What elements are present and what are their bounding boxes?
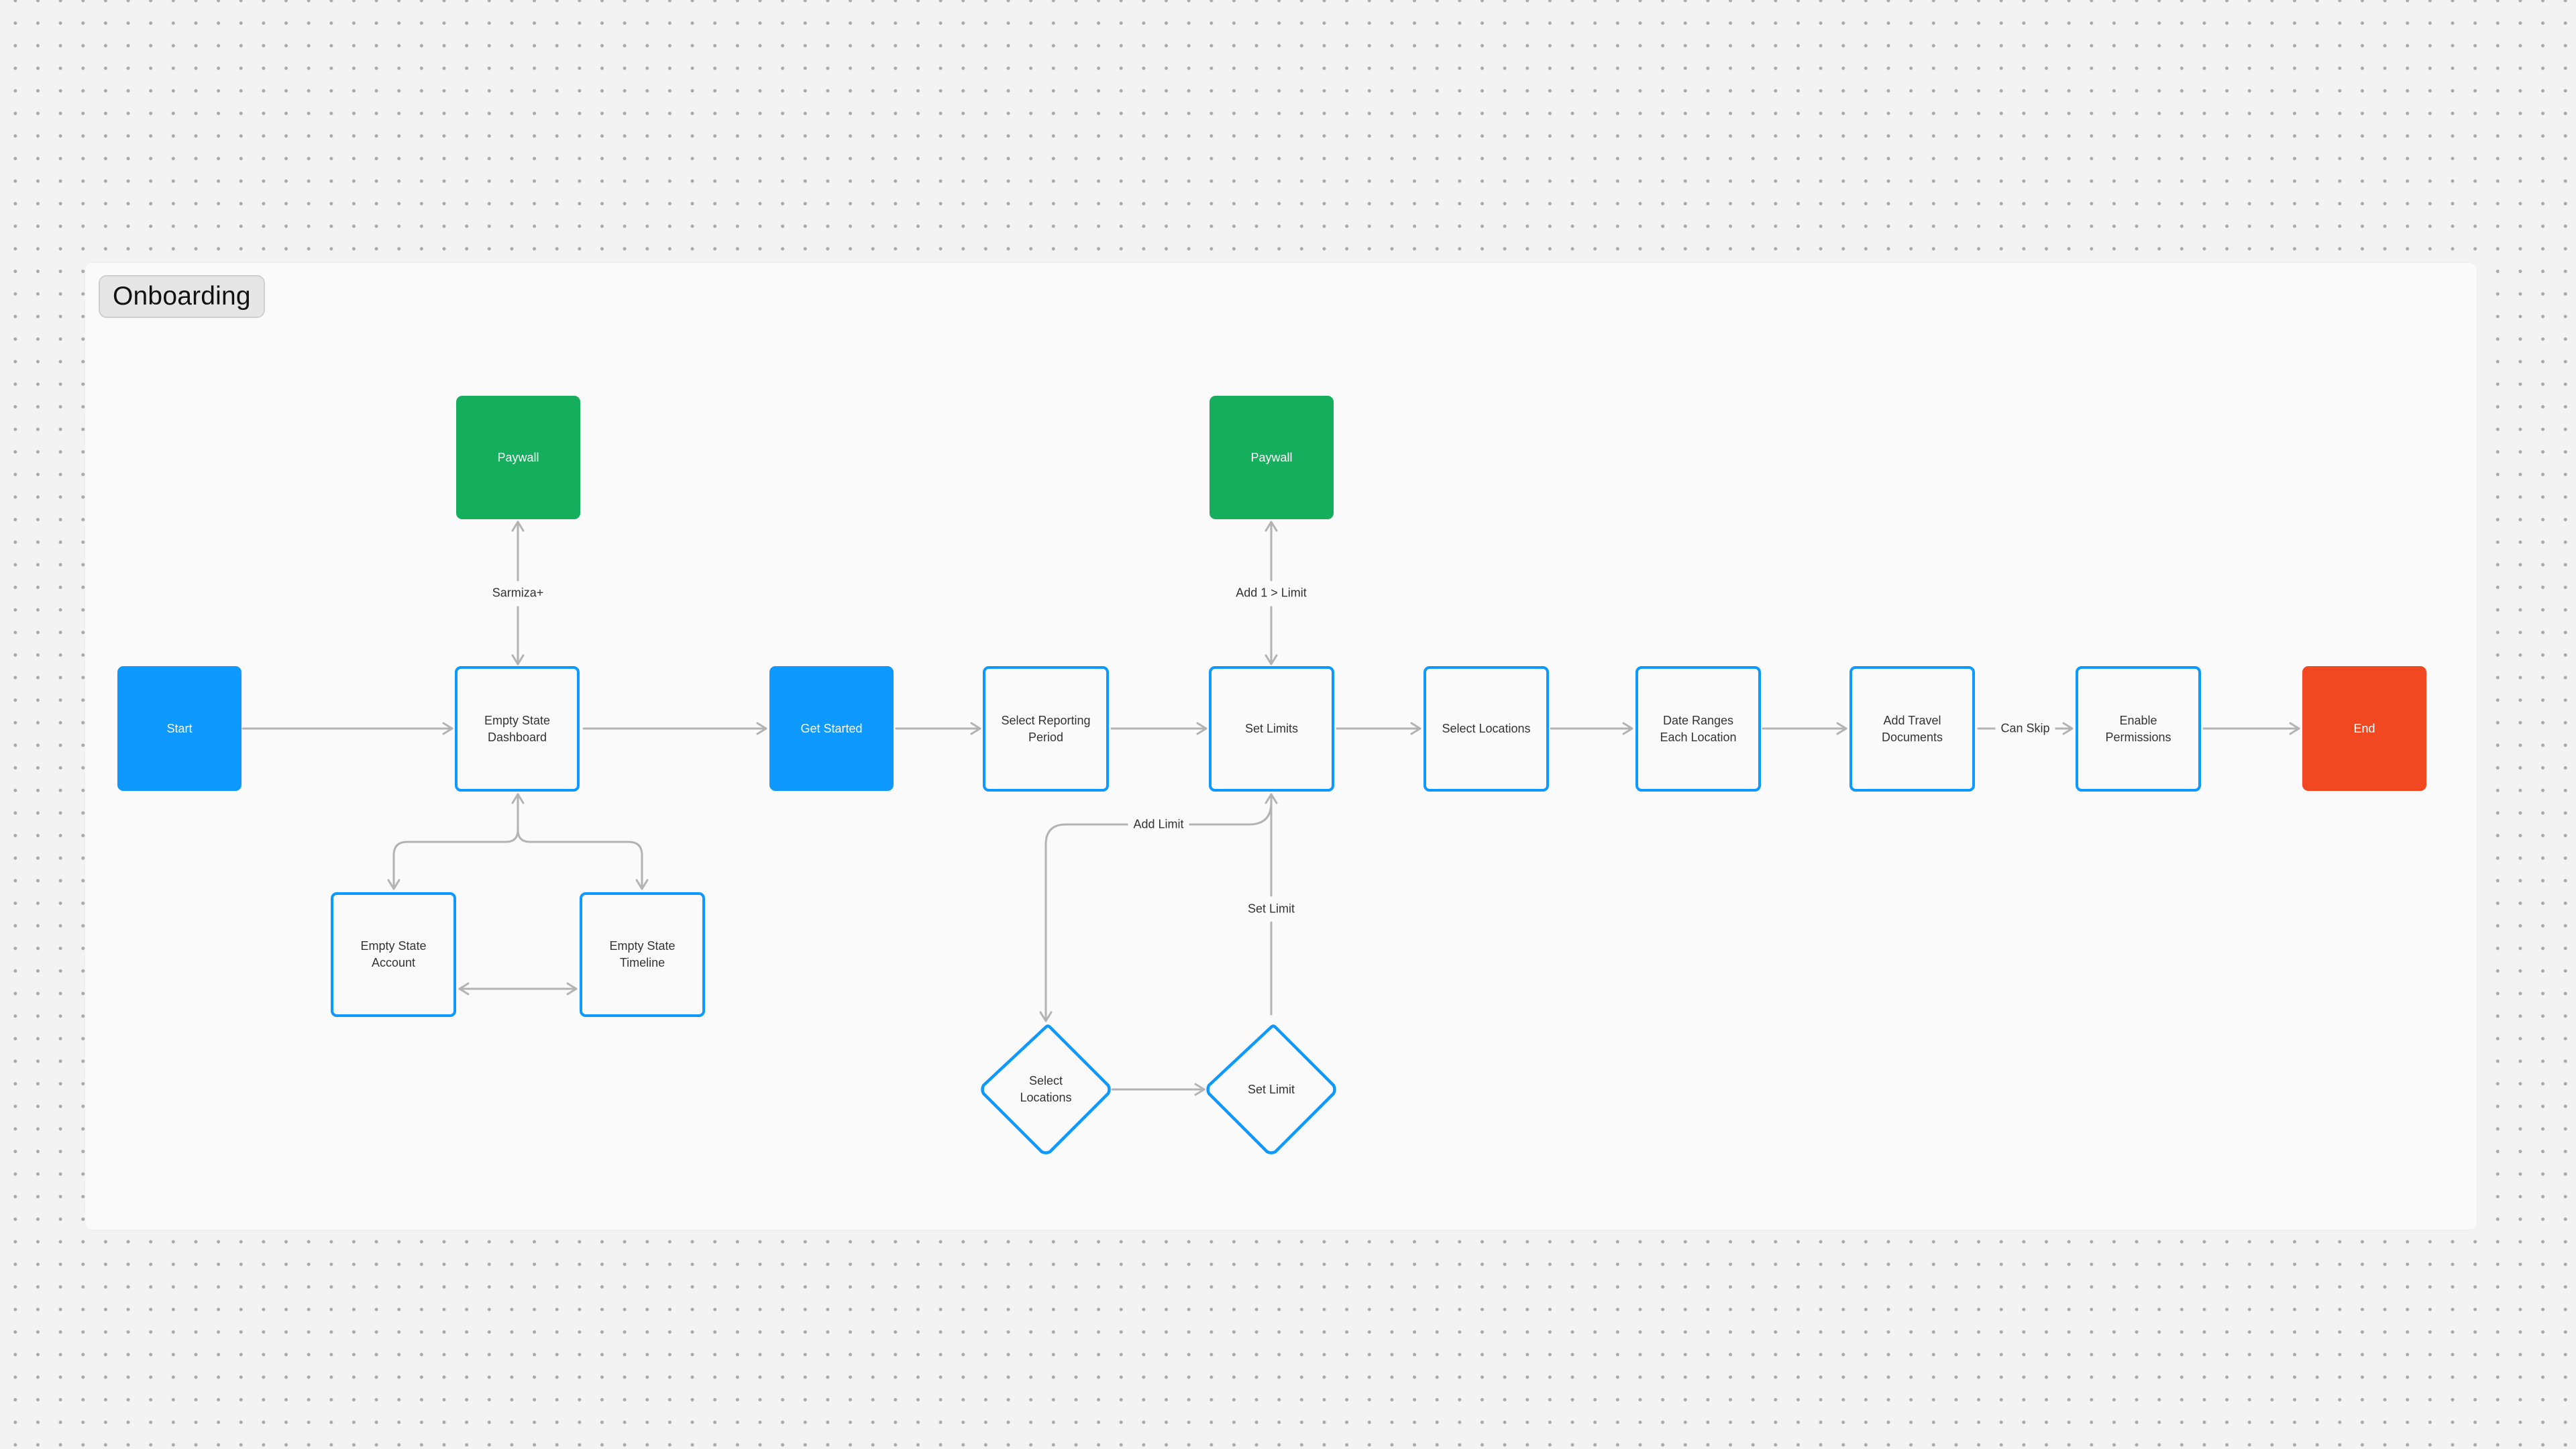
node-paywall-2-label: Paywall — [1250, 450, 1293, 464]
node-date-ranges-each-location-label: Date Ranges Each Location — [1660, 713, 1737, 744]
node-enable-permissions[interactable]: Enable Permissions — [2076, 666, 2201, 792]
node-empty-state-account[interactable]: Empty State Account — [331, 892, 456, 1017]
node-paywall-2[interactable]: Paywall — [1210, 396, 1334, 519]
node-select-locations[interactable]: Select Locations — [1424, 666, 1549, 792]
node-select-reporting-period[interactable]: Select Reporting Period — [983, 666, 1109, 792]
node-start-label: Start — [166, 721, 193, 735]
node-add-travel-documents-label: Add Travel Documents — [1881, 713, 1943, 744]
node-empty-state-timeline-label: Empty State Timeline — [609, 939, 676, 969]
node-paywall-1-label: Paywall — [497, 450, 539, 464]
node-get-started-label: Get Started — [800, 721, 863, 735]
node-date-ranges-each-location[interactable]: Date Ranges Each Location — [1635, 666, 1761, 792]
node-select-locations-label: Select Locations — [1442, 722, 1531, 735]
node-add-travel-documents[interactable]: Add Travel Documents — [1849, 666, 1975, 792]
node-start[interactable]: Start — [117, 666, 241, 791]
node-set-limits-label: Set Limits — [1244, 722, 1299, 735]
node-enable-permissions-label: Enable Permissions — [2105, 713, 2171, 744]
node-empty-state-timeline[interactable]: Empty State Timeline — [580, 892, 705, 1017]
node-decision-set-limit-label: Set Limit — [1247, 1082, 1295, 1096]
node-get-started[interactable]: Get Started — [769, 666, 894, 791]
node-empty-state-dashboard-label: Empty State Dashboard — [484, 713, 551, 744]
node-decision-select-locations[interactable]: Select Locations — [981, 1024, 1111, 1155]
edge-label-add-limit[interactable]: Add Limit — [1128, 816, 1189, 833]
node-empty-state-dashboard[interactable]: Empty State Dashboard — [455, 666, 580, 792]
node-decision-set-limit[interactable]: Set Limit — [1206, 1024, 1336, 1155]
edge-label-can-skip[interactable]: Can Skip — [1995, 720, 2055, 737]
node-paywall-1[interactable]: Paywall — [456, 396, 580, 519]
section-title[interactable]: Onboarding — [99, 275, 265, 318]
edge-label-add-one-limit[interactable]: Add 1 > Limit — [1230, 584, 1312, 602]
edge-label-set-limit[interactable]: Set Limit — [1242, 900, 1301, 918]
node-end-label: End — [2353, 721, 2375, 735]
node-decision-select-locations-label: Select Locations — [1020, 1074, 1072, 1104]
node-select-reporting-period-label: Select Reporting Period — [1001, 713, 1091, 744]
node-empty-state-account-label: Empty State Account — [360, 939, 427, 969]
node-end[interactable]: End — [2302, 666, 2426, 791]
node-set-limits[interactable]: Set Limits — [1209, 666, 1334, 792]
edge-label-sarmiza[interactable]: Sarmiza+ — [486, 584, 549, 602]
